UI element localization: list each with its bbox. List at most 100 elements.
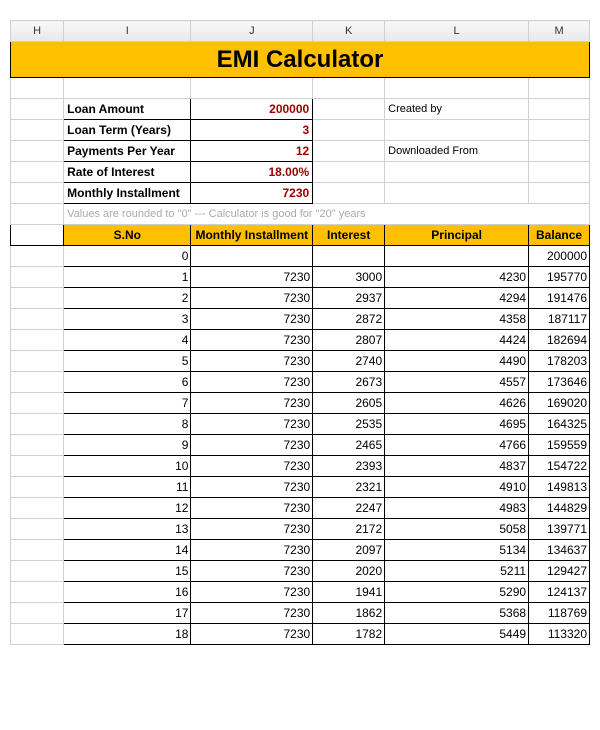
cell-monthly[interactable]: 7230 [191,267,313,288]
cell-interest[interactable]: 2247 [313,498,385,519]
cell-interest[interactable]: 2605 [313,393,385,414]
cell-monthly[interactable]: 7230 [191,393,313,414]
cell-principal[interactable]: 4294 [385,288,529,309]
cell-interest[interactable]: 3000 [313,267,385,288]
cell-balance[interactable]: 178203 [529,351,590,372]
cell-principal[interactable]: 5058 [385,519,529,540]
cell-balance[interactable]: 191476 [529,288,590,309]
cell-sno[interactable]: 17 [64,603,191,624]
cell-monthly[interactable]: 7230 [191,288,313,309]
cell-balance[interactable]: 118769 [529,603,590,624]
cell-interest[interactable]: 1782 [313,624,385,645]
cell-sno[interactable]: 3 [64,309,191,330]
cell-sno[interactable]: 16 [64,582,191,603]
cell-principal[interactable]: 4490 [385,351,529,372]
created-by-label[interactable]: Created by [385,99,529,120]
cell-principal[interactable]: 4837 [385,456,529,477]
cell-balance[interactable]: 164325 [529,414,590,435]
cell-sno[interactable]: 15 [64,561,191,582]
downloaded-from-label[interactable]: Downloaded From [385,141,529,162]
cell-monthly[interactable]: 7230 [191,309,313,330]
cell-balance[interactable]: 187117 [529,309,590,330]
cell-sno[interactable]: 5 [64,351,191,372]
cell-monthly[interactable]: 7230 [191,330,313,351]
cell-balance[interactable]: 129427 [529,561,590,582]
cell-sno[interactable]: 6 [64,372,191,393]
cell-interest[interactable]: 2020 [313,561,385,582]
cell-balance[interactable]: 139771 [529,519,590,540]
cell-interest[interactable]: 2097 [313,540,385,561]
cell-principal[interactable] [385,246,529,267]
cell-balance[interactable]: 154722 [529,456,590,477]
title-cell[interactable]: EMI Calculator [11,42,590,78]
loan-term-label[interactable]: Loan Term (Years) [64,120,191,141]
cell-principal[interactable]: 5290 [385,582,529,603]
header-interest[interactable]: Interest [313,225,385,246]
cell-interest[interactable]: 2172 [313,519,385,540]
cell-principal[interactable]: 4557 [385,372,529,393]
col-header-i[interactable]: I [64,21,191,42]
cell-sno[interactable]: 4 [64,330,191,351]
cell-principal[interactable]: 4230 [385,267,529,288]
note-text[interactable]: Values are rounded to "0" --- Calculator… [64,204,590,225]
cell-interest[interactable] [313,246,385,267]
cell-sno[interactable]: 1 [64,267,191,288]
cell-monthly[interactable]: 7230 [191,519,313,540]
cell-sno[interactable]: 12 [64,498,191,519]
cell-interest[interactable]: 2321 [313,477,385,498]
cell-principal[interactable]: 4983 [385,498,529,519]
cell-balance[interactable]: 144829 [529,498,590,519]
loan-amount-label[interactable]: Loan Amount [64,99,191,120]
cell-balance[interactable]: 113320 [529,624,590,645]
cell-sno[interactable]: 11 [64,477,191,498]
col-header-m[interactable]: M [529,21,590,42]
cell-sno[interactable]: 8 [64,414,191,435]
header-principal[interactable]: Principal [385,225,529,246]
cell-principal[interactable]: 5134 [385,540,529,561]
cell-interest[interactable]: 2872 [313,309,385,330]
rate-label[interactable]: Rate of Interest [64,162,191,183]
spreadsheet-grid[interactable]: H I J K L M EMI Calculator Loan Amount 2… [10,20,590,645]
cell-monthly[interactable]: 7230 [191,624,313,645]
cell-monthly[interactable]: 7230 [191,603,313,624]
cell-interest[interactable]: 2740 [313,351,385,372]
cell-interest[interactable]: 2673 [313,372,385,393]
monthly-installment-label[interactable]: Monthly Installment [64,183,191,204]
header-sno[interactable]: S.No [64,225,191,246]
cell-monthly[interactable]: 7230 [191,498,313,519]
loan-amount-value[interactable]: 200000 [191,99,313,120]
payments-per-year-label[interactable]: Payments Per Year [64,141,191,162]
cell-balance[interactable]: 159559 [529,435,590,456]
cell-monthly[interactable]: 7230 [191,435,313,456]
cell-interest[interactable]: 2393 [313,456,385,477]
cell-monthly[interactable]: 7230 [191,582,313,603]
cell-monthly[interactable]: 7230 [191,561,313,582]
cell-balance[interactable]: 173646 [529,372,590,393]
cell-monthly[interactable]: 7230 [191,456,313,477]
cell-interest[interactable]: 1941 [313,582,385,603]
cell-monthly[interactable]: 7230 [191,372,313,393]
cell-sno[interactable]: 9 [64,435,191,456]
cell-monthly[interactable]: 7230 [191,540,313,561]
cell-sno[interactable]: 10 [64,456,191,477]
cell-monthly[interactable]: 7230 [191,477,313,498]
cell-principal[interactable]: 4358 [385,309,529,330]
cell-interest[interactable]: 2535 [313,414,385,435]
cell-sno[interactable]: 0 [64,246,191,267]
cell-balance[interactable]: 195770 [529,267,590,288]
cell-balance[interactable]: 182694 [529,330,590,351]
cell-principal[interactable]: 4626 [385,393,529,414]
col-header-k[interactable]: K [313,21,385,42]
header-monthly[interactable]: Monthly Installment [191,225,313,246]
cell-principal[interactable]: 5368 [385,603,529,624]
cell-interest[interactable]: 1862 [313,603,385,624]
cell-sno[interactable]: 18 [64,624,191,645]
cell-interest[interactable]: 2465 [313,435,385,456]
cell-sno[interactable]: 7 [64,393,191,414]
cell-monthly[interactable] [191,246,313,267]
cell-monthly[interactable]: 7230 [191,351,313,372]
cell-balance[interactable]: 200000 [529,246,590,267]
cell-sno[interactable]: 2 [64,288,191,309]
cell-balance[interactable]: 134637 [529,540,590,561]
loan-term-value[interactable]: 3 [191,120,313,141]
